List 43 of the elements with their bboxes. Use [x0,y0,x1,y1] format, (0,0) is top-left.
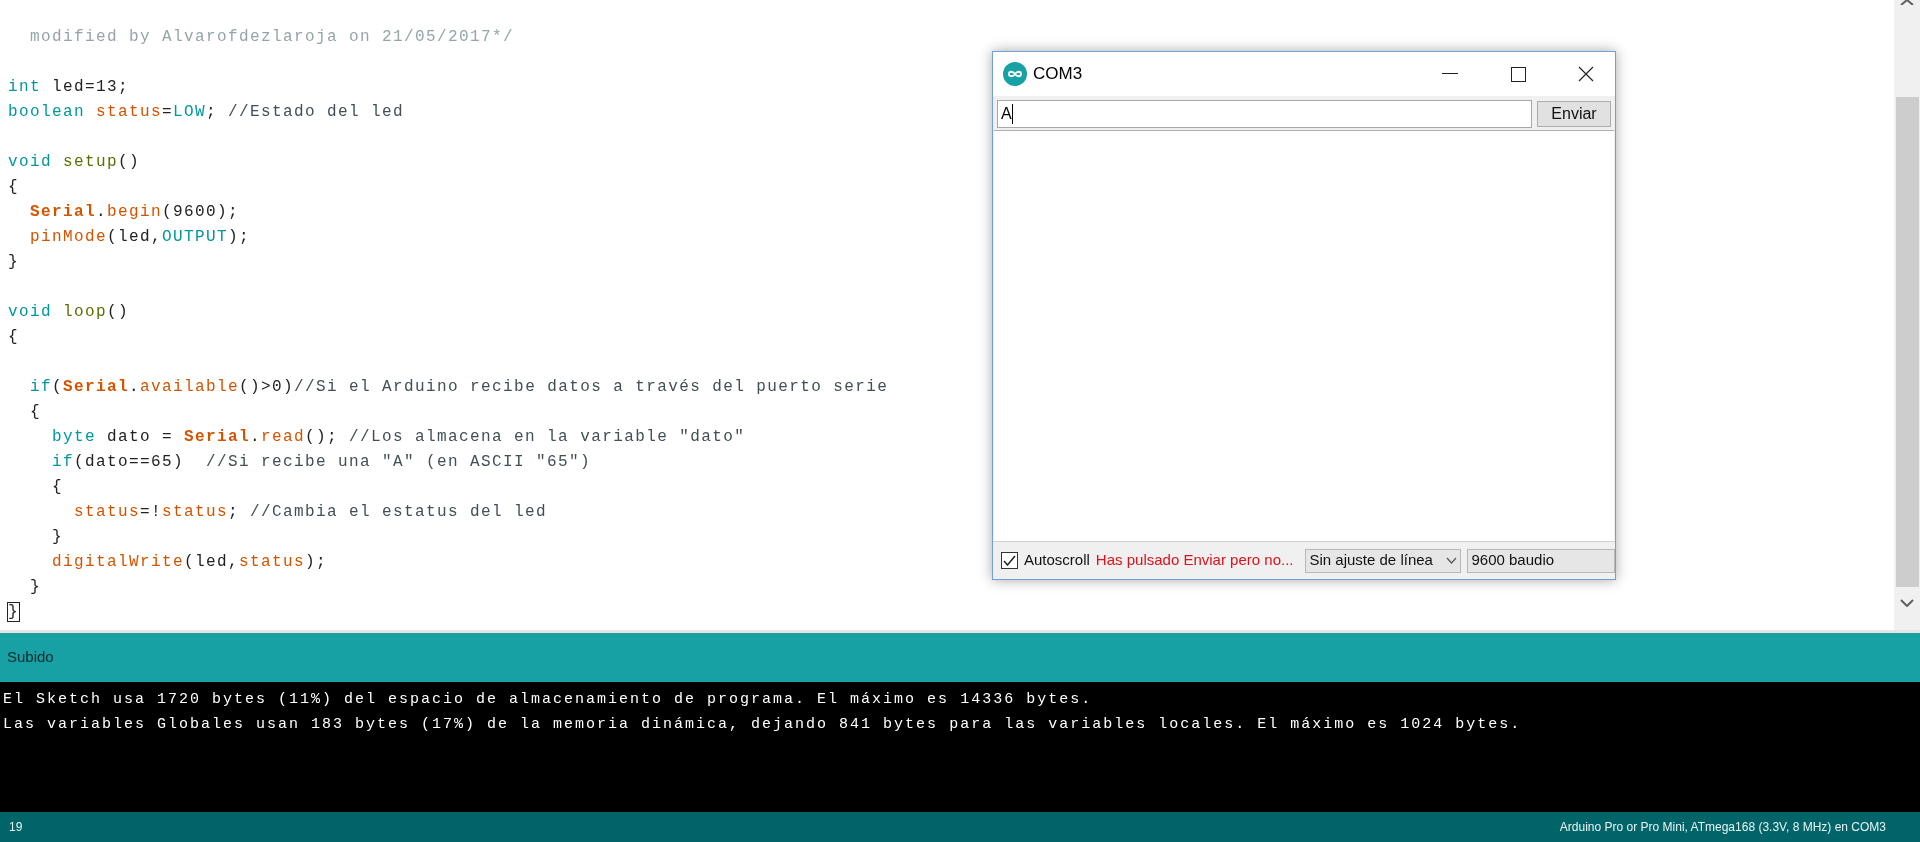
code-line: { [29,402,41,423]
code-line: { [51,477,63,498]
scrollbar[interactable] [1894,0,1920,630]
chevron-down-icon [1446,557,1458,564]
code-line: boolean status=LOW; //Estado del led [8,102,405,123]
board-info: Arduino Pro or Pro Mini, ATmega168 (3.3V, 8 MHz) en COM3 [1559,819,1886,836]
window-title: COM3 [1033,63,1083,86]
baud-rate-dropdown[interactable]: 9600 baudio [1467,548,1615,573]
upload-status: Subido [7,647,54,668]
line-ending-dropdown[interactable]: Sin ajuste de línea [1305,548,1462,573]
code-line: modified by Alvarofdezlaroja on 21/05/2017*/ [29,27,515,48]
check-icon [1003,555,1016,566]
code-line: { [8,327,19,348]
code-line: } [8,602,19,623]
console-line: Las variables Globales usan 183 bytes (17%) de la memoria dinámica, dejando 841 bytes para las variables locales. El máximo es 1024 bytes. [3,715,1522,735]
send-button[interactable]: Enviar [1537,101,1611,127]
code-line: Serial.begin(9600); [29,202,240,223]
code-line: if(dato==65) //Si recibe una "A" (en ASCII "65") [51,452,592,473]
scroll-up-icon[interactable] [1900,0,1914,5]
code-line: void setup() [8,152,141,173]
code-line: } [51,527,63,548]
line-number: 19 [9,819,23,836]
code-line: pinMode(led,OUTPUT); [29,227,251,248]
code-line: int led=13; [8,77,130,98]
code-line: if(Serial.available()>0)//Si el Arduino recibe datos a través del puerto serie [29,377,889,398]
minimize-icon [1442,73,1458,75]
code-line: } [8,252,19,273]
code-line: } [29,577,41,598]
scroll-down-icon[interactable] [1900,599,1914,607]
code-line: digitalWrite(led,status); [51,552,328,573]
code-line: status=!status; //Cambia el estatus del led [73,502,548,523]
close-icon [1578,66,1594,82]
maximize-icon [1510,66,1526,82]
code-line: void loop() [8,302,130,323]
code-line: byte dato = Serial.read(); //Los almacena en la variable "dato" [51,427,746,448]
scrollbar-thumb[interactable] [1895,97,1919,587]
autoscroll-label: Autoscroll [1024,550,1090,571]
code-line: { [8,177,19,198]
message-field[interactable]: A [997,100,1532,128]
autoscroll-checkbox[interactable] [1001,552,1018,569]
console-line: El Sketch usa 1720 bytes (11%) del espacio de almacenamiento de programa. El máximo es 14336 bytes. [3,690,1093,710]
infinity-logo-icon [1003,62,1027,86]
warning-message: Has pulsado Enviar pero no... [1095,550,1294,571]
